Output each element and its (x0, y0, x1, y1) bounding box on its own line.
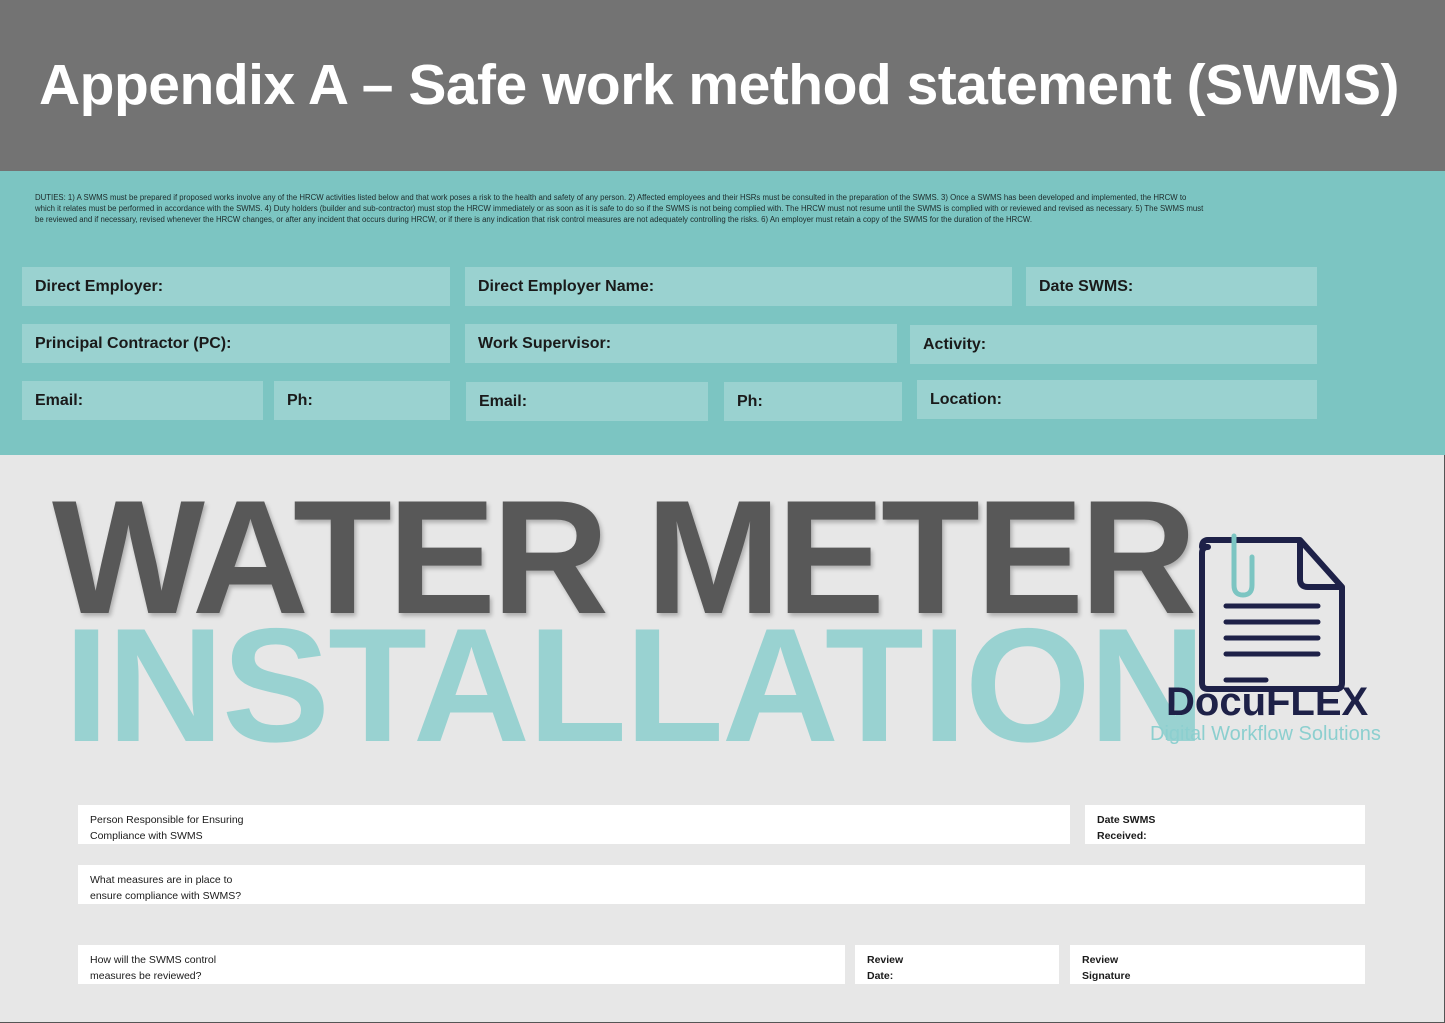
principal-contractor-label: Principal Contractor (PC): (35, 334, 232, 352)
review-method-field[interactable]: How will the SWMS control measures be re… (78, 945, 845, 984)
date-received-label: Date SWMS Received: (1097, 814, 1156, 842)
review-date-field[interactable]: Review Date: (855, 945, 1059, 984)
activity-label: Activity: (923, 335, 987, 353)
compliance-section: WATER METER INSTALLATION DocuFLEX Digita… (0, 455, 1445, 1023)
review-method-label: How will the SWMS control measures be re… (90, 954, 217, 982)
activity-field[interactable]: Activity: (910, 325, 1317, 364)
date-swms-field[interactable]: Date SWMS: (1026, 267, 1317, 306)
review-signature-label: Review Signature (1082, 954, 1131, 982)
page-title: Appendix A – Safe work method statement … (39, 53, 1399, 117)
ws-phone-label: Ph: (737, 392, 763, 410)
employer-details-section: DUTIES: 1) A SWMS must be prepared if pr… (0, 171, 1445, 455)
ws-email-field[interactable]: Email: (466, 382, 708, 421)
direct-employer-field[interactable]: Direct Employer: (22, 267, 450, 306)
work-supervisor-field[interactable]: Work Supervisor: (465, 324, 897, 363)
ws-email-label: Email: (479, 392, 528, 410)
direct-employer-name-label: Direct Employer Name: (478, 277, 655, 295)
work-supervisor-label: Work Supervisor: (478, 334, 612, 352)
logo-tagline: Digital Workflow Solutions (1150, 723, 1381, 745)
date-received-field[interactable]: Date SWMS Received: (1085, 805, 1365, 844)
location-field[interactable]: Location: (917, 380, 1317, 419)
compliance-measures-field[interactable]: What measures are in place to ensure com… (78, 865, 1365, 904)
direct-employer-name-field[interactable]: Direct Employer Name: (465, 267, 1012, 306)
pc-phone-label: Ph: (287, 391, 313, 409)
review-signature-field[interactable]: Review Signature (1070, 945, 1365, 984)
location-label: Location: (930, 390, 1002, 408)
review-date-label: Review Date: (867, 954, 904, 982)
logo-name: DocuFLEX (1166, 680, 1369, 724)
page-header: Appendix A – Safe work method statement … (0, 0, 1445, 171)
date-swms-label: Date SWMS: (1039, 277, 1134, 295)
pc-phone-field[interactable]: Ph: (274, 381, 450, 420)
direct-employer-label: Direct Employer: (35, 277, 164, 295)
principal-contractor-field[interactable]: Principal Contractor (PC): (22, 324, 450, 363)
pc-email-field[interactable]: Email: (22, 381, 263, 420)
pc-email-label: Email: (35, 391, 84, 409)
person-responsible-field[interactable]: Person Responsible for Ensuring Complian… (78, 805, 1070, 844)
banner-title-line2: INSTALLATION (64, 595, 1206, 776)
duties-text: DUTIES: 1) A SWMS must be prepared if pr… (35, 193, 1204, 225)
ws-phone-field[interactable]: Ph: (724, 382, 902, 421)
compliance-measures-label: What measures are in place to ensure com… (90, 874, 242, 902)
person-responsible-label: Person Responsible for Ensuring Complian… (90, 814, 244, 842)
